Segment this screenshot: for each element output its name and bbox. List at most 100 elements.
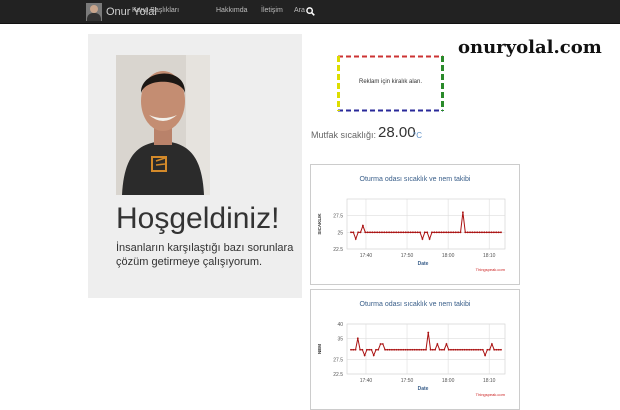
x-tick-label: 18:10 — [483, 253, 496, 259]
data-point — [414, 231, 417, 234]
chart-credit: Thingspeak.com — [476, 267, 506, 272]
y-tick-label: 35 — [337, 336, 343, 342]
data-point — [381, 231, 383, 234]
data-point — [500, 348, 502, 351]
data-point — [352, 348, 355, 351]
data-point — [409, 348, 411, 351]
data-point — [442, 231, 445, 234]
data-point — [419, 231, 421, 234]
temperature-value: 28.00 — [378, 124, 416, 141]
data-point — [466, 231, 469, 234]
data-point — [402, 348, 405, 351]
y-axis-label: NEM — [317, 344, 322, 354]
y-axis-label: SICAKLIK — [317, 213, 322, 235]
nav-item-hakkimda[interactable]: Hakkımda — [216, 7, 248, 14]
nav-item-konu-basliklari[interactable]: Konu Başlıkları — [132, 7, 179, 14]
data-point — [388, 348, 391, 351]
data-point — [350, 231, 352, 234]
search-icon[interactable] — [306, 7, 315, 16]
data-point — [429, 348, 432, 351]
y-tick-label: 22.5 — [333, 247, 343, 253]
data-point — [423, 231, 426, 234]
data-point — [420, 348, 423, 351]
x-tick-label: 17:40 — [360, 378, 373, 384]
data-point — [416, 231, 419, 234]
data-point — [352, 231, 355, 234]
data-point — [397, 231, 400, 234]
x-tick-label: 17:40 — [360, 253, 373, 259]
data-point — [364, 231, 367, 234]
y-tick-label: 25 — [337, 230, 343, 236]
data-point — [409, 231, 412, 234]
data-point — [372, 354, 375, 357]
data-point — [477, 348, 480, 351]
data-point — [368, 348, 371, 351]
welcome-subtitle: İnsanların karşılaştığı bazı sorunlara ç… — [116, 242, 294, 268]
welcome-heading: Hoşgeldiniz! — [116, 202, 280, 235]
data-point — [426, 231, 429, 234]
data-point — [428, 238, 431, 240]
data-point — [488, 231, 490, 234]
nav-item-ara[interactable]: Ara — [294, 7, 305, 14]
data-point — [422, 348, 425, 351]
data-point — [383, 231, 386, 234]
x-tick-label: 17:50 — [401, 378, 414, 384]
data-point — [462, 211, 464, 214]
data-point — [431, 348, 434, 351]
data-point — [397, 348, 400, 351]
data-point — [464, 231, 467, 234]
x-tick-label: 18:10 — [483, 378, 496, 384]
data-point — [427, 331, 430, 334]
data-point — [413, 348, 416, 351]
data-point — [375, 348, 377, 351]
data-point — [500, 231, 502, 234]
data-point — [378, 231, 381, 234]
data-point — [385, 231, 388, 234]
data-point — [495, 348, 498, 351]
data-point — [438, 348, 441, 351]
data-point — [436, 343, 439, 345]
data-point — [470, 348, 473, 351]
data-point — [490, 231, 493, 234]
data-point — [441, 348, 443, 351]
humidity-chart: Oturma odası sıcaklık ve nem takibi 22.5 2… — [310, 289, 520, 410]
brand-avatar — [86, 3, 102, 21]
site-title[interactable]: onuryolal.com — [458, 37, 602, 58]
data-point — [478, 231, 481, 234]
data-point — [434, 348, 436, 351]
data-point — [485, 231, 488, 234]
data-point — [483, 231, 486, 234]
data-point — [440, 231, 443, 234]
temperature-chart: Oturma odası sıcaklık ve nem takibi 22.5 2… — [310, 164, 520, 285]
data-point — [388, 231, 390, 234]
top-navbar: Onur Yolal Konu Başlıkları Hakkımda İlet… — [0, 0, 620, 24]
data-point — [400, 231, 402, 234]
data-point — [366, 231, 369, 234]
data-point — [404, 231, 407, 234]
data-point — [488, 348, 491, 351]
data-point — [435, 231, 438, 234]
data-point — [461, 348, 464, 351]
data-point — [395, 231, 398, 234]
data-point — [369, 231, 371, 234]
data-point — [371, 231, 374, 234]
data-point — [412, 231, 414, 234]
data-point — [379, 343, 382, 345]
data-point — [459, 348, 461, 351]
data-point — [356, 337, 359, 340]
data-point — [391, 348, 393, 351]
data-point — [390, 231, 393, 234]
x-tick-label: 17:50 — [401, 253, 414, 259]
data-point — [407, 231, 410, 234]
data-point — [402, 231, 405, 234]
nav-item-iletisim[interactable]: İletişim — [261, 7, 283, 14]
data-point — [395, 348, 398, 351]
data-point — [447, 348, 450, 351]
data-point — [466, 348, 468, 351]
chart-title: Oturma odası sıcaklık ve nem takibi — [360, 301, 471, 308]
data-point — [357, 231, 360, 234]
x-axis-label: Date — [418, 261, 429, 267]
ad-box[interactable]: Reklam için kiralık alan. — [337, 55, 444, 112]
y-tick-label: 27.5 — [333, 358, 343, 364]
data-point — [418, 348, 421, 351]
